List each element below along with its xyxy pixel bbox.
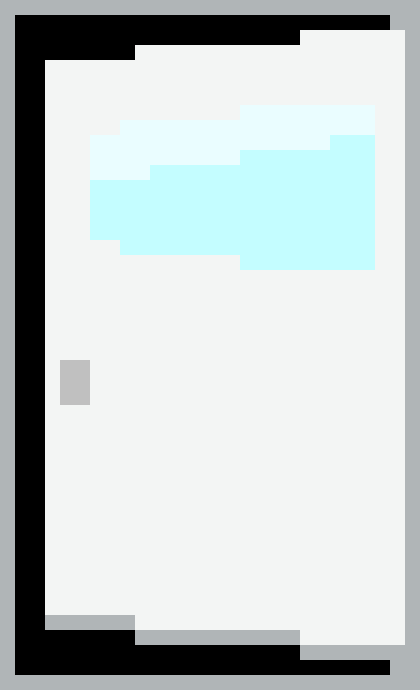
door-handle-icon — [60, 360, 90, 405]
window-highlight — [90, 135, 150, 180]
threshold-segment — [45, 615, 135, 630]
threshold-segment — [300, 645, 390, 660]
window-highlight — [240, 105, 375, 135]
window-highlight — [120, 120, 150, 135]
window-highlight — [150, 120, 240, 165]
door-illustration — [0, 0, 420, 690]
window-highlight — [240, 135, 330, 150]
threshold-segment — [135, 630, 300, 645]
